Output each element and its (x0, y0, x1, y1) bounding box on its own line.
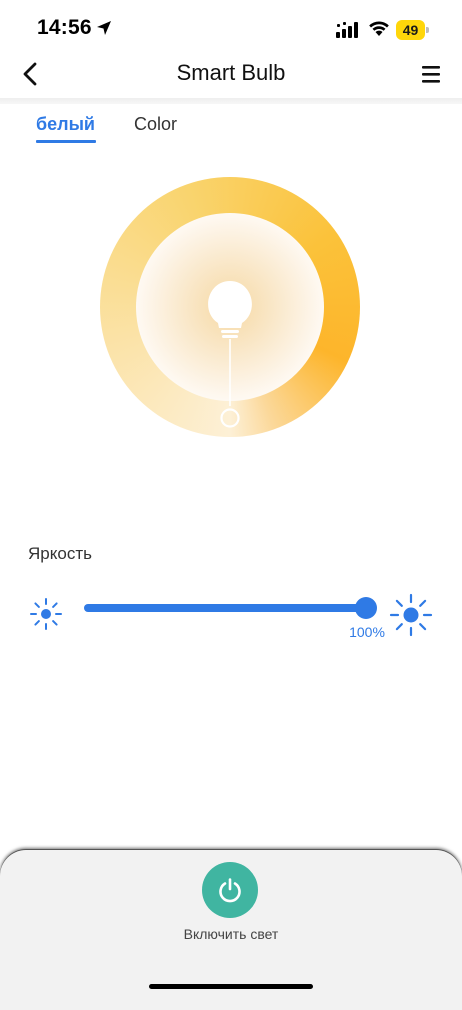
home-indicator[interactable] (149, 984, 313, 989)
color-temperature-ring[interactable] (100, 177, 360, 437)
header-divider (0, 98, 462, 104)
brightness-label: Яркость (28, 544, 92, 563)
battery-cap (426, 27, 429, 33)
status-time: 14:56 (37, 16, 92, 39)
sun-large-icon[interactable] (388, 592, 434, 638)
power-icon (219, 878, 241, 903)
brightness-value: 100% (349, 624, 385, 640)
brightness-slider-track[interactable] (84, 604, 366, 612)
active-tab-indicator (36, 140, 96, 143)
power-button[interactable] (202, 862, 258, 918)
location-arrow-icon (97, 21, 111, 35)
wifi-icon (369, 21, 389, 36)
chevron-left-icon (23, 62, 37, 86)
page-title: Smart Bulb (176, 60, 286, 85)
battery-indicator: 49 (396, 20, 429, 40)
tab-white[interactable]: белый (36, 114, 95, 135)
light-preview (136, 213, 324, 401)
temperature-handle[interactable] (218, 406, 242, 430)
hamburger-menu-icon (422, 66, 440, 83)
menu-button[interactable] (416, 60, 446, 90)
brightness-slider-thumb[interactable] (355, 597, 377, 619)
sun-small-icon[interactable] (28, 596, 64, 632)
cellular-signal-icon (336, 22, 358, 38)
power-button-label: Включить свет (183, 926, 279, 942)
tab-color[interactable]: Color (134, 114, 177, 135)
back-button[interactable] (14, 58, 48, 92)
battery-level: 49 (402, 22, 419, 38)
